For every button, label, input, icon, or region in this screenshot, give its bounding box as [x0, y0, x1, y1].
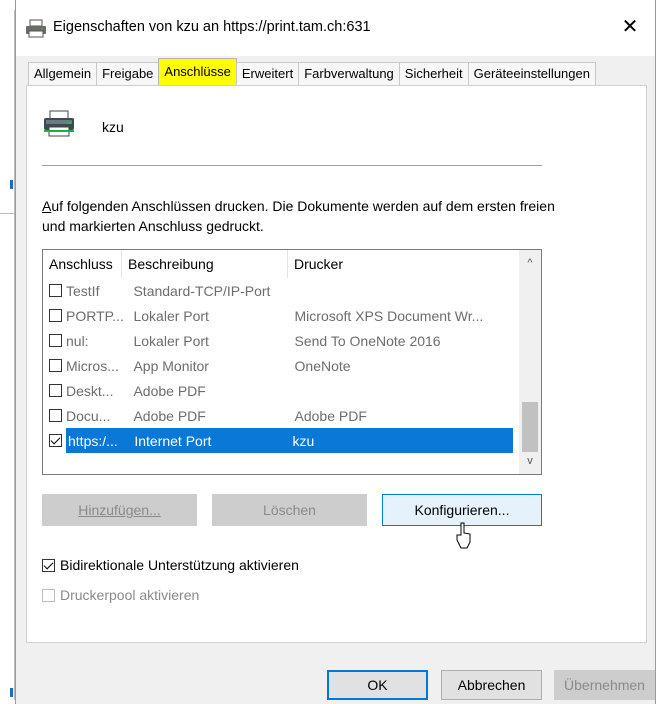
- port-description: App Monitor: [133, 357, 209, 374]
- column-header-anschluss[interactable]: Anschluss: [43, 250, 122, 278]
- separator-line: [42, 165, 542, 166]
- table-row[interactable]: Deskt... Adobe PDF: [43, 378, 519, 403]
- table-row[interactable]: Docu... Adobe PDF Adobe PDF: [43, 403, 519, 428]
- port-description: Adobe PDF: [133, 382, 206, 399]
- port-checkbox[interactable]: [49, 284, 62, 297]
- port-printer: Microsoft XPS Document Wr...: [294, 307, 484, 324]
- port-printer: OneNote: [294, 357, 351, 374]
- table-row[interactable]: Micros... App Monitor OneNote: [43, 353, 519, 378]
- column-header-drucker[interactable]: Drucker: [288, 250, 519, 278]
- printer-pool-checkbox[interactable]: [42, 588, 55, 602]
- ok-button[interactable]: OK: [327, 670, 428, 700]
- scroll-down-icon[interactable]: v: [519, 450, 541, 472]
- ports-tab-panel: kzu Auf folgenden Anschlüssen drucken. D…: [26, 85, 647, 643]
- tab-geraeteeinstellungen[interactable]: Geräteeinstellungen: [467, 62, 596, 85]
- tab-sicherheit[interactable]: Sicherheit: [398, 62, 469, 85]
- table-row[interactable]: PORTP... Lokaler Port Microsoft XPS Docu…: [43, 303, 519, 328]
- apply-button[interactable]: Übernehmen: [554, 670, 655, 700]
- delete-port-button[interactable]: Löschen: [212, 494, 367, 526]
- tab-freigabe[interactable]: Freigabe: [96, 62, 160, 85]
- port-printer: Send To OneNote 2016: [294, 332, 441, 349]
- bidirectional-label: Bidirektionale Unterstützung aktivieren: [60, 557, 299, 573]
- background-window-accent: [10, 688, 13, 697]
- port-description: Lokaler Port: [133, 307, 209, 324]
- port-description: Lokaler Port: [133, 332, 209, 349]
- port-checkbox[interactable]: [49, 384, 62, 397]
- tab-farbverwaltung[interactable]: Farbverwaltung: [298, 62, 400, 85]
- mouse-pointer-icon: [456, 522, 471, 549]
- table-row-selected[interactable]: https:/... Internet Port kzu: [43, 428, 519, 453]
- table-row[interactable]: TestIf Standard-TCP/IP-Port: [43, 278, 519, 303]
- tab-allgemein[interactable]: Allgemein: [28, 62, 98, 85]
- port-name: Deskt...: [66, 382, 114, 399]
- add-port-label: Hinzufügen...: [78, 502, 161, 518]
- add-port-button[interactable]: Hinzufügen...: [42, 494, 197, 526]
- ports-description: Auf folgenden Anschlüssen drucken. Die D…: [42, 196, 562, 236]
- port-checkbox[interactable]: [49, 359, 62, 372]
- printer-pool-label: Druckerpool aktivieren: [60, 587, 200, 603]
- port-checkbox[interactable]: [49, 434, 62, 447]
- printer-name: kzu: [102, 119, 124, 135]
- ports-listbox[interactable]: Anschluss Beschreibung Drucker TestIf St…: [42, 249, 542, 475]
- port-checkbox[interactable]: [49, 334, 62, 347]
- port-rows: TestIf Standard-TCP/IP-Port PORTP... Lok…: [43, 278, 519, 453]
- port-name: PORTP...: [66, 307, 124, 324]
- column-header-beschreibung[interactable]: Beschreibung: [122, 250, 288, 278]
- port-name: nul:: [66, 332, 89, 349]
- tab-anschluesse[interactable]: Anschlüsse: [158, 58, 237, 85]
- bidirectional-option[interactable]: Bidirektionale Unterstützung aktivieren: [42, 557, 299, 573]
- window-title: Eigenschaften von kzu an https://print.t…: [53, 19, 371, 35]
- port-printer: kzu: [292, 432, 315, 449]
- port-checkbox[interactable]: [49, 409, 62, 422]
- port-checkbox[interactable]: [49, 309, 62, 322]
- port-name: Micros...: [66, 357, 119, 374]
- tab-erweitert[interactable]: Erweitert: [235, 62, 300, 85]
- tab-strip: Allgemein Freigabe Anschlüsse Erweitert …: [28, 58, 596, 85]
- printer-icon: [44, 110, 74, 137]
- port-description: Adobe PDF: [133, 407, 206, 424]
- title-bar: Eigenschaften von kzu an https://print.t…: [16, 0, 655, 56]
- background-window-accent: [10, 180, 13, 189]
- printer-icon: [26, 19, 46, 38]
- table-row[interactable]: nul: Lokaler Port Send To OneNote 2016: [43, 328, 519, 353]
- port-printer: Adobe PDF: [294, 407, 367, 424]
- cancel-button[interactable]: Abbrechen: [441, 670, 542, 700]
- close-icon[interactable]: ✕: [617, 14, 643, 40]
- port-description: Internet Port: [134, 432, 212, 449]
- scrollbar-thumb[interactable]: [522, 402, 538, 452]
- delete-port-label: Löschen: [263, 502, 316, 518]
- configure-port-label: Konfigurieren...: [414, 502, 510, 518]
- port-name: TestIf: [66, 282, 100, 299]
- printer-pool-option[interactable]: Druckerpool aktivieren: [42, 587, 199, 603]
- background-window-edge: [0, 213, 14, 214]
- description-text: uf folgenden Anschlüssen drucken. Die Do…: [42, 198, 555, 234]
- port-description: Standard-TCP/IP-Port: [133, 282, 271, 299]
- listbox-header: Anschluss Beschreibung Drucker: [43, 250, 519, 278]
- selected-row-highlight: https:/... Internet Port kzu: [66, 428, 513, 453]
- scroll-up-icon[interactable]: ^: [519, 252, 541, 274]
- vertical-scrollbar[interactable]: ^ v: [519, 250, 541, 474]
- access-key-letter: A: [42, 198, 52, 214]
- port-name: https:/...: [68, 432, 118, 449]
- bidirectional-checkbox[interactable]: [42, 558, 55, 572]
- printer-properties-dialog: Eigenschaften von kzu an https://print.t…: [15, 0, 656, 704]
- port-name: Docu...: [66, 407, 111, 424]
